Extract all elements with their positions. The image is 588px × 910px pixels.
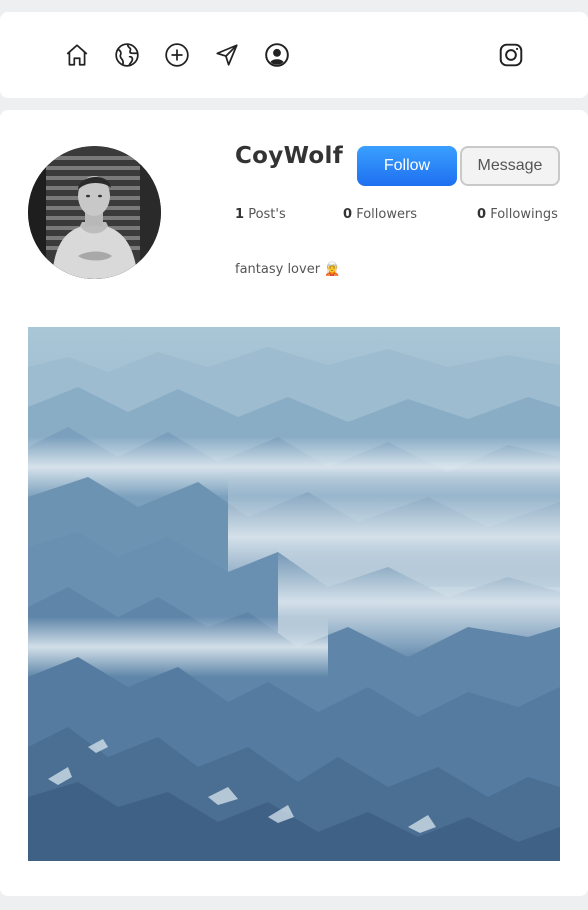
followings-label: Followings	[490, 207, 558, 222]
instagram-icon[interactable]	[497, 41, 525, 69]
user-circle-icon[interactable]	[263, 41, 291, 69]
home-icon[interactable]	[63, 41, 91, 69]
globe-icon[interactable]	[113, 41, 141, 69]
posts-label: Post's	[248, 207, 286, 222]
send-arrow-icon[interactable]	[213, 41, 241, 69]
followers-stat[interactable]: 0 Followers	[343, 207, 417, 222]
posts-stat[interactable]: 1 Post's	[235, 207, 286, 222]
post-thumbnail[interactable]	[28, 327, 560, 861]
followers-label: Followers	[356, 207, 418, 222]
top-nav-bar	[0, 12, 588, 98]
followings-stat[interactable]: 0 Followings	[477, 207, 558, 222]
avatar[interactable]	[28, 146, 161, 279]
followers-count: 0	[343, 207, 353, 222]
followings-count: 0	[477, 207, 487, 222]
profile-bio: fantasy lover 🧝	[235, 262, 341, 277]
plus-circle-icon[interactable]	[163, 41, 191, 69]
profile-card: CoyWolf Follow Message 1 Post's 0 Follow…	[0, 110, 588, 896]
message-button[interactable]: Message	[460, 146, 560, 186]
follow-button[interactable]: Follow	[357, 146, 457, 186]
profile-username: CoyWolf	[235, 143, 344, 169]
posts-count: 1	[235, 207, 245, 222]
